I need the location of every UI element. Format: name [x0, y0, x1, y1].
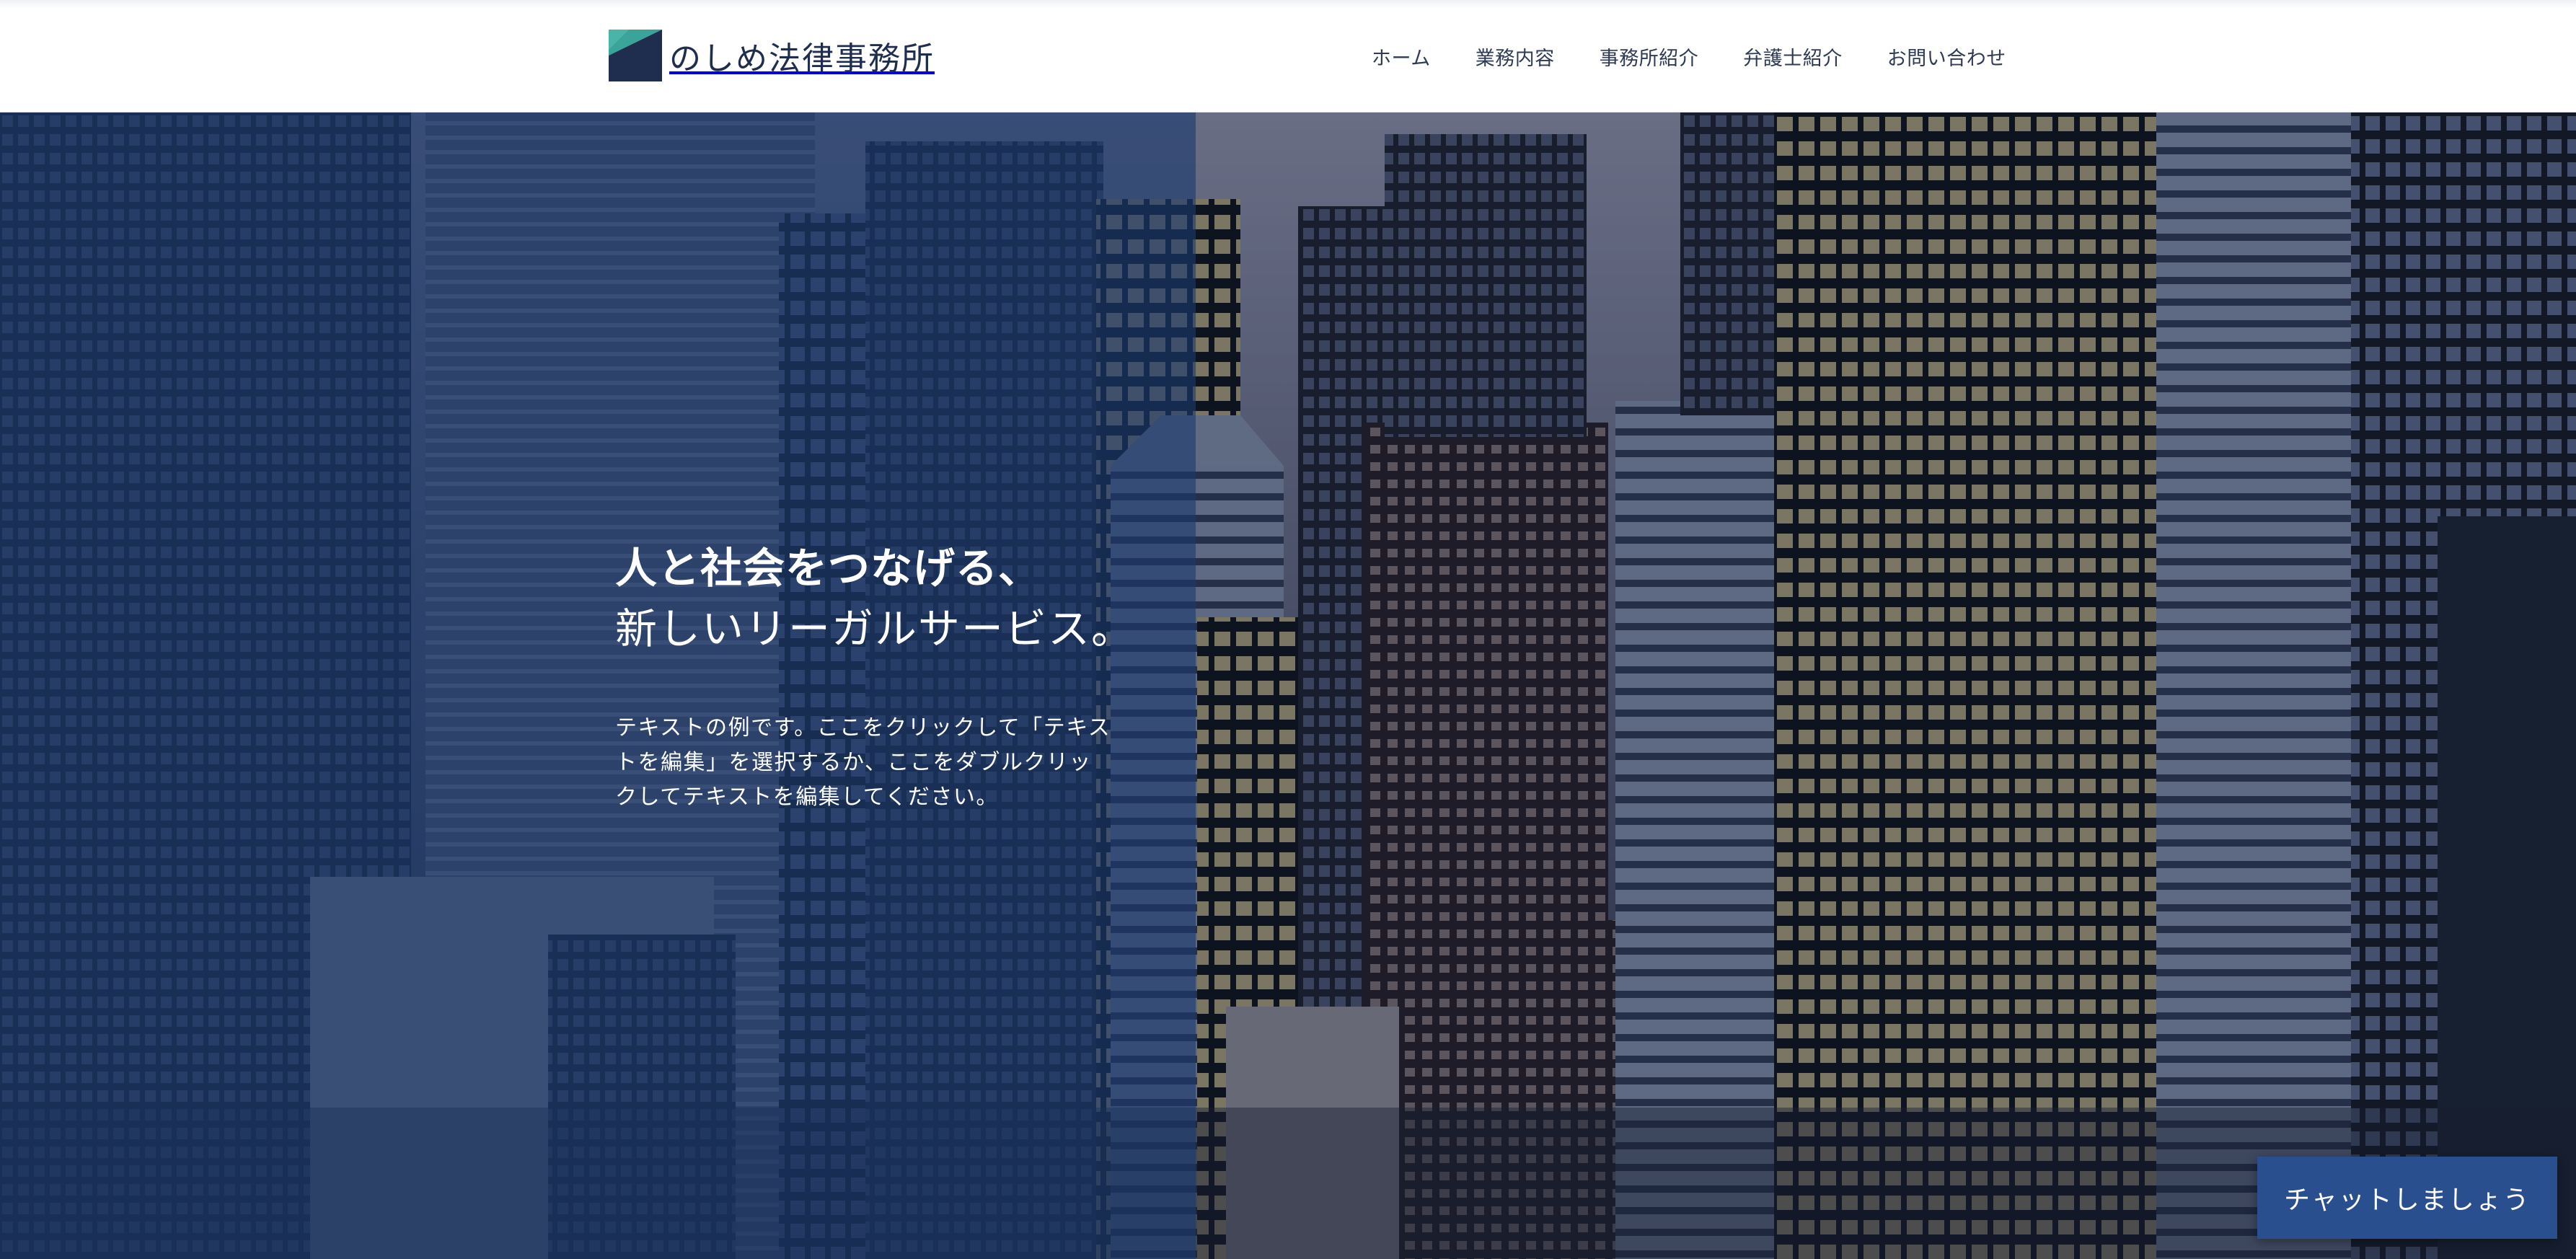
nav-item-services[interactable]: 業務内容 [1476, 43, 1555, 71]
nav-item-lawyers[interactable]: 弁護士紹介 [1743, 43, 1843, 71]
hero-content: 人と社会をつなげる、 新しいリーガルサービス。 テキストの例です。ここをクリック… [615, 538, 1135, 815]
main-nav: ホーム 業務内容 事務所紹介 弁護士紹介 お問い合わせ [1372, 42, 2006, 71]
k-logo-icon [609, 30, 662, 81]
site-header: のしめ法律事務所 ホーム 業務内容 事務所紹介 弁護士紹介 お問い合わせ [0, 0, 2576, 112]
site-logo[interactable]: のしめ法律事務所 [609, 30, 935, 81]
hero-title-line-2: 新しいリーガルサービス。 [615, 604, 1135, 653]
nav-item-contact[interactable]: お問い合わせ [1887, 43, 2006, 71]
chat-button[interactable]: チャットしましょう [2257, 1157, 2557, 1239]
hero-section: 人と社会をつなげる、 新しいリーガルサービス。 テキストの例です。ここをクリック… [0, 112, 2576, 1259]
nav-item-home[interactable]: ホーム [1372, 43, 1431, 71]
hero-body-text: テキストの例です。ここをクリックして「テキストを編集」を選択するか、ここをダブル… [615, 715, 1111, 810]
site-name: のしめ法律事務所 [669, 40, 935, 77]
hero-title-line-1: 人と社会をつなげる、 [615, 544, 1041, 593]
nav-item-about-office[interactable]: 事務所紹介 [1600, 43, 1699, 71]
